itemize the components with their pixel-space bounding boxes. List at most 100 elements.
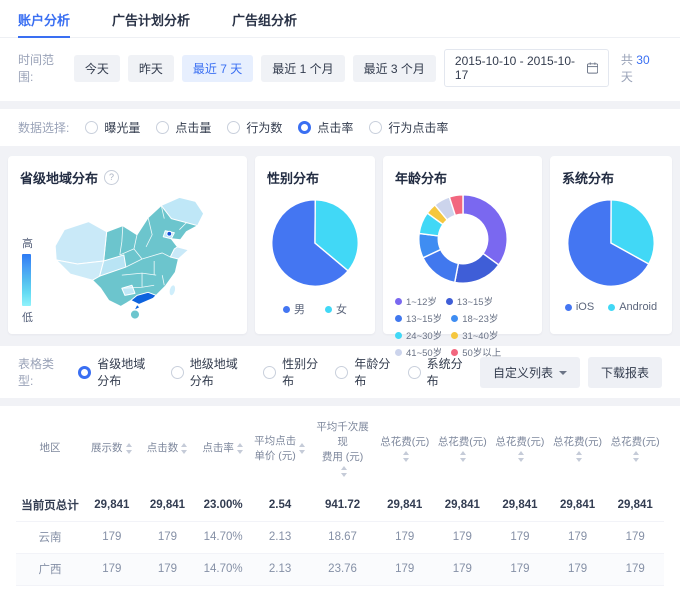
table-type-row: 表格类型: 省级地域分布 地级地域分布 性别分布 年龄分布 系统分布 自定义列表 下载报… — [0, 346, 680, 398]
radio-icon — [78, 365, 92, 379]
radio-icon — [85, 121, 99, 134]
value-cell: 29,841 — [149, 499, 186, 512]
legend-item[interactable]: 31~40岁 — [451, 328, 498, 342]
tab-campaign-analysis[interactable]: 广告计划分析 — [112, 0, 190, 37]
legend-item[interactable]: 1~12岁 — [395, 294, 437, 308]
table-type-option[interactable]: 性别分布 — [263, 355, 319, 389]
column-header-label: 展示数 — [91, 442, 123, 455]
sortable-column-header[interactable]: 点击数 — [140, 408, 196, 490]
date-range-picker[interactable]: 2015-10-10 - 2015-10-17 — [443, 49, 609, 87]
sort-icon[interactable] — [299, 443, 306, 455]
legend-label: 31~40岁 — [462, 331, 499, 342]
sort-icon[interactable] — [340, 466, 348, 478]
legend-item[interactable]: 13~15岁 — [395, 311, 442, 325]
data-select-option[interactable]: 行为数 — [227, 119, 282, 136]
value-cell: 179 — [491, 520, 549, 554]
table-type-option[interactable]: 年龄分布 — [335, 355, 391, 389]
os-legend: iOS Android — [562, 301, 660, 313]
data-select-option[interactable]: 点击率 — [298, 119, 353, 136]
time-range-option[interactable]: 最近 7 天 — [181, 54, 254, 82]
age-donut-chart — [417, 194, 508, 284]
legend-item[interactable]: 女 — [325, 301, 347, 317]
data-select-option[interactable]: 曝光量 — [85, 119, 140, 136]
value-cell: 2.13 — [250, 584, 310, 591]
sort-icon[interactable] — [402, 451, 410, 463]
sort-icon[interactable] — [125, 443, 133, 455]
data-select-option[interactable]: 点击量 — [156, 119, 211, 136]
legend-label: 女 — [336, 304, 347, 316]
legend-item[interactable]: Android — [608, 301, 657, 313]
radio-option-label: 地级地域分布 — [189, 357, 238, 388]
value-cell: 179 — [83, 520, 140, 554]
sortable-column-header[interactable]: 总花费(元) — [376, 408, 434, 490]
data-select-row: 数据选择: 曝光量 点击量 行为数 点击率 行为点击率 — [0, 109, 680, 146]
value-cell: 941.72 — [324, 499, 361, 512]
download-report-button[interactable]: 下载报表 — [587, 356, 662, 388]
radio-icon — [335, 365, 349, 379]
gender-card: 性别分布 男女 — [255, 156, 375, 334]
age-legend: 1~12岁 13~15岁 13~15岁 18~23岁 24~30岁 31~40岁 41~50… — [395, 294, 530, 359]
help-icon[interactable] — [104, 170, 120, 185]
table-type-option[interactable]: 省级地域分布 — [78, 355, 154, 389]
value-cell: 14.70% — [195, 552, 251, 586]
value-cell: 179 — [375, 520, 434, 554]
value-cell: 18.67 — [309, 520, 376, 554]
sortable-column-header[interactable]: 点击率 — [195, 408, 251, 490]
time-range-option[interactable]: 最近 1 个月 — [261, 54, 345, 82]
legend-label: Android — [619, 301, 658, 313]
value-cell: 179 — [139, 520, 196, 554]
table-type-option[interactable]: 地级地域分布 — [170, 355, 247, 389]
sort-icon[interactable] — [517, 451, 525, 463]
column-header-label: 总花费(元) — [437, 436, 487, 449]
value-cell: 179 — [375, 584, 434, 591]
legend-label: iOS — [575, 301, 595, 313]
sort-icon[interactable] — [633, 451, 640, 463]
sortable-column-header[interactable]: 总花费(元) — [491, 408, 549, 490]
column-header-label: 地区 — [39, 442, 61, 455]
sortable-column-header[interactable]: 平均点击 单价 (元) — [251, 408, 309, 490]
sortable-column-header[interactable]: 展示数 — [84, 408, 140, 490]
value-cell: 2.13 — [309, 584, 376, 591]
tab-account-analysis[interactable]: 账户分析 — [18, 0, 71, 38]
customize-columns-button[interactable]: 自定义列表 — [479, 356, 580, 388]
sortable-column-header[interactable]: 总花费(元) — [549, 408, 607, 490]
sortable-column-header[interactable]: 平均千次展现 费用 (元) — [309, 408, 376, 490]
legend-dot-icon — [445, 297, 453, 305]
chevron-down-icon — [558, 370, 567, 379]
total-days-value: 30 — [636, 53, 650, 67]
radio-option-label: 行为点击率 — [388, 121, 449, 135]
value-cell: 179 — [606, 584, 664, 591]
time-range-option[interactable]: 最近 3 个月 — [352, 54, 436, 82]
sort-icon[interactable] — [236, 443, 244, 455]
value-cell: 29,841 — [444, 499, 480, 512]
os-card: 系统分布 iOS Android — [550, 156, 672, 334]
legend-item[interactable]: 男 — [283, 301, 305, 317]
radio-icon — [170, 365, 184, 379]
value-cell: 179 — [139, 552, 196, 586]
sort-icon[interactable] — [181, 443, 188, 455]
legend-item[interactable]: 18~23岁 — [451, 311, 498, 325]
time-range-option[interactable]: 今天 — [73, 54, 120, 82]
data-select-option[interactable]: 行为点击率 — [369, 119, 448, 136]
legend-item[interactable]: iOS — [564, 301, 595, 313]
china-map — [54, 196, 205, 320]
radio-option-label: 点击率 — [317, 121, 354, 135]
sort-icon[interactable] — [575, 451, 583, 463]
value-cell: 179 — [83, 552, 140, 586]
legend-item[interactable]: 24~30岁 — [395, 328, 442, 342]
tab-adgroup-analysis[interactable]: 广告组分析 — [232, 0, 297, 37]
legend-dot-icon — [451, 314, 459, 322]
sort-icon[interactable] — [460, 451, 467, 463]
time-range-row: 时间范围: 今天 昨天 最近 7 天最近 1 个月 最近 3 个月 2015-10-1… — [0, 38, 680, 101]
time-range-option[interactable]: 昨天 — [127, 54, 174, 82]
sortable-column-header[interactable]: 总花费(元) — [606, 408, 664, 490]
column-header-label: 总花费(元) — [495, 436, 545, 449]
legend-item[interactable]: 13~15岁 — [445, 294, 493, 308]
legend-dot-icon — [395, 314, 402, 322]
table-type-option[interactable]: 系统分布 — [407, 355, 464, 389]
region-cell: 广西 — [16, 552, 84, 586]
sortable-column-header[interactable]: 总花费(元) — [434, 408, 492, 490]
value-cell: 179 — [606, 552, 664, 586]
age-card: 年龄分布 1~12岁 13~15岁 13~15岁 18~23岁 24~30岁 31~40岁… — [383, 156, 542, 359]
value-cell: 179 — [548, 520, 607, 554]
